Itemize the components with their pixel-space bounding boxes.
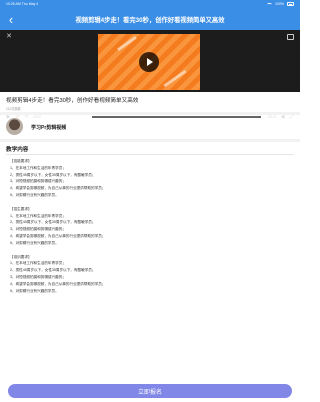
current-time: 00:00: [33, 115, 41, 119]
block-line: 4、希望学会剪辑视频，为自己从事的行业提供帮助的学员；: [10, 186, 106, 191]
divider: [0, 112, 300, 115]
course-title: 视频剪辑4步走！看完30秒，创作好看视频简单又高效: [6, 98, 139, 104]
block-line: 2、男性45周岁以下，女性35周岁以下，有酸敏学员；: [10, 220, 96, 225]
enroll-button[interactable]: 立即报名: [8, 384, 292, 398]
chevron-left-icon[interactable]: ‹: [4, 11, 18, 27]
block-line: 3、对短视频拍摄和剪辑感兴趣的；: [10, 274, 66, 279]
play-icon[interactable]: [139, 52, 159, 72]
block-line: 3、对短视频拍摄和剪辑感兴趣的；: [10, 227, 66, 232]
view-count: 112次观看: [6, 107, 21, 111]
progress-bar[interactable]: [47, 115, 262, 119]
battery-icon: [287, 2, 294, 6]
video-thumbnail: [98, 34, 200, 90]
author-name[interactable]: 学习Pr剪辑视频: [31, 124, 66, 131]
avatar[interactable]: [6, 118, 23, 135]
block-line: 1、在本地工作和生活的年青学员；: [10, 261, 66, 266]
video-player[interactable]: ✕ ▶ ↺ ↻ 00:00 03:15 ◀ ⤢: [0, 30, 300, 119]
forward-icon[interactable]: ↻: [24, 114, 29, 120]
block-line: 3、对短视频拍摄和剪辑感兴趣的；: [10, 179, 66, 184]
block-line: 1、在本地工作和生活的年青学员；: [10, 165, 66, 170]
status-indicators: 100%: [267, 2, 294, 6]
block-line: 4、希望学会剪辑视频，为自己从事的行业提供帮助的学员；: [10, 281, 106, 286]
section-divider: [6, 154, 294, 155]
content-block: 【培训要求】 1、在本地工作和生活的年青学员； 2、男性45周岁以下，女性35周…: [10, 254, 290, 295]
block-line: 5、对剪辑行业有兴趣的学员。: [10, 192, 59, 197]
pip-icon[interactable]: [287, 34, 294, 40]
block-line: 1、在本地工作和生活的年青学员；: [10, 213, 66, 218]
block-line: 2、男性45周岁以下，女性35周岁以下，有酸敏学员；: [10, 172, 96, 177]
content-block: 【技能要求】 1、在本地工作和生活的年青学员； 2、男性45周岁以下，女性35周…: [10, 158, 290, 199]
content-block: 【招生要求】 1、在本地工作和生活的年青学员； 2、男性45周岁以下，女性35周…: [10, 206, 290, 247]
divider: [0, 139, 300, 142]
block-title: 【培训要求】: [10, 254, 32, 259]
status-bar: 10:25 AM Thu May 4 100%: [0, 0, 300, 8]
close-icon[interactable]: ✕: [5, 33, 13, 41]
block-line: 4、希望学会剪辑视频，为自己从事的行业提供帮助的学员；: [10, 233, 106, 238]
volume-icon[interactable]: ◀: [280, 114, 285, 120]
section-heading: 教学内容: [6, 147, 29, 153]
block-title: 【招生要求】: [10, 206, 32, 211]
total-time: 03:15: [268, 115, 276, 119]
course-content: 【技能要求】 1、在本地工作和生活的年青学员； 2、男性45周岁以下，女性35周…: [10, 158, 290, 301]
block-title: 【技能要求】: [10, 159, 32, 163]
progress-fill: [47, 116, 91, 118]
block-line: 5、对剪辑行业有兴趣的学员。: [10, 288, 59, 293]
block-line: 5、对剪辑行业有兴趣的学员。: [10, 240, 59, 245]
page-title: 视频剪辑4步走！看完30秒，创作好看视频简单又高效: [75, 16, 225, 24]
nav-bar: ‹ 视频剪辑4步走！看完30秒，创作好看视频简单又高效: [0, 8, 300, 30]
battery-percent: 100%: [275, 2, 284, 6]
block-line: 2、男性45周岁以下，女性35周岁以下，有酸敏学员；: [10, 268, 96, 273]
enroll-button-label: 立即报名: [137, 389, 162, 396]
wifi-icon: [267, 2, 273, 6]
status-time: 10:25 AM Thu May 4: [6, 2, 39, 6]
progress-knob[interactable]: [88, 115, 93, 119]
fullscreen-icon[interactable]: ⤢: [289, 114, 294, 120]
